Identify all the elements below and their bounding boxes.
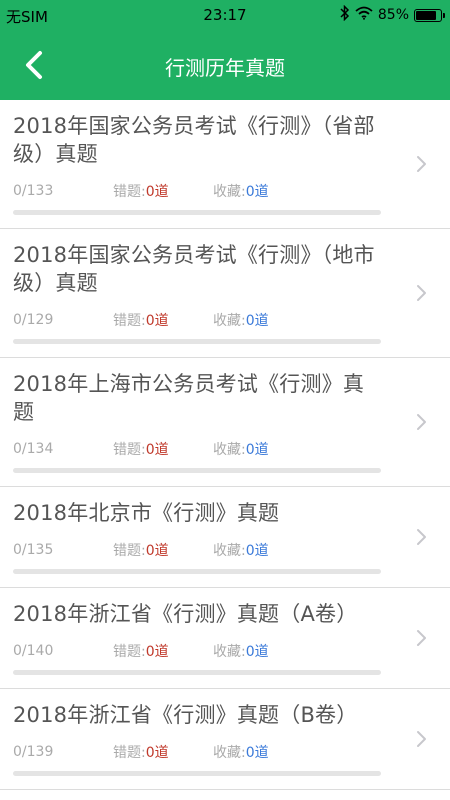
wrong-count: 0道 bbox=[145, 543, 169, 559]
exam-list-item[interactable]: 2018年国家公务员考试《行测》（省部级）真题 0/133 错题:0道 收藏:0… bbox=[0, 100, 450, 229]
wrong-count: 0道 bbox=[145, 644, 169, 660]
favorite-label: 收藏: bbox=[213, 644, 246, 660]
wrong-count-group: 错题:0道 bbox=[113, 439, 213, 459]
wrong-count: 0道 bbox=[145, 745, 169, 761]
exam-meta: 0/140 错题:0道 收藏:0道 bbox=[13, 642, 380, 660]
wrong-count-group: 错题:0道 bbox=[113, 742, 213, 762]
wrong-label: 错题: bbox=[113, 543, 146, 559]
favorite-count-group: 收藏:0道 bbox=[213, 742, 269, 762]
wrong-count-group: 错题:0道 bbox=[113, 310, 213, 330]
bluetooth-icon bbox=[340, 4, 350, 25]
favorite-count-group: 收藏:0道 bbox=[213, 540, 269, 560]
favorite-count-group: 收藏:0道 bbox=[213, 439, 269, 459]
progress-bar bbox=[13, 569, 381, 574]
progress-bar bbox=[13, 339, 381, 344]
wrong-count: 0道 bbox=[145, 442, 169, 458]
wrong-label: 错题: bbox=[113, 313, 146, 329]
progress-count: 0/134 bbox=[13, 441, 54, 457]
chevron-right-icon bbox=[417, 630, 426, 646]
wrong-label: 错题: bbox=[113, 442, 146, 458]
favorite-label: 收藏: bbox=[213, 543, 246, 559]
progress-bar bbox=[13, 771, 381, 776]
exam-title: 2018年浙江省《行测》真题（B卷） bbox=[13, 703, 358, 727]
progress-bar bbox=[13, 670, 381, 675]
battery-level-fill bbox=[416, 10, 437, 20]
wrong-count-group: 错题:0道 bbox=[113, 181, 213, 201]
favorite-count: 0道 bbox=[245, 543, 269, 559]
wrong-count-group: 错题:0道 bbox=[113, 641, 213, 661]
favorite-label: 收藏: bbox=[213, 745, 246, 761]
wrong-label: 错题: bbox=[113, 745, 146, 761]
exam-meta: 0/133 错题:0道 收藏:0道 bbox=[13, 182, 380, 200]
chevron-right-icon bbox=[417, 529, 426, 545]
progress-count: 0/139 bbox=[13, 744, 54, 760]
favorite-count: 0道 bbox=[245, 745, 269, 761]
wrong-label: 错题: bbox=[113, 644, 146, 660]
favorite-count: 0道 bbox=[245, 313, 269, 329]
chevron-right-icon bbox=[417, 731, 426, 747]
wrong-label: 错题: bbox=[113, 184, 146, 200]
exam-list-item[interactable]: 2018年浙江省《行测》真题（A卷） 0/140 错题:0道 收藏:0道 bbox=[0, 588, 450, 689]
exam-title: 2018年北京市《行测》真题 bbox=[13, 501, 280, 525]
exam-list-item[interactable]: 2018年浙江省《行测》真题（B卷） 0/139 错题:0道 收藏:0道 bbox=[0, 689, 450, 790]
exam-meta: 0/129 错题:0道 收藏:0道 bbox=[13, 311, 380, 329]
exam-meta: 0/134 错题:0道 收藏:0道 bbox=[13, 440, 380, 458]
status-bar: 无SIM 23:17 85% bbox=[0, 0, 450, 30]
favorite-count-group: 收藏:0道 bbox=[213, 181, 269, 201]
battery-icon bbox=[414, 8, 445, 22]
exam-title: 2018年国家公务员考试《行测》（地市级）真题 bbox=[13, 243, 375, 295]
favorite-label: 收藏: bbox=[213, 313, 246, 329]
exam-list-item[interactable]: 2018年北京市《行测》真题 0/135 错题:0道 收藏:0道 bbox=[0, 487, 450, 588]
wrong-count-group: 错题:0道 bbox=[113, 540, 213, 560]
progress-bar bbox=[13, 468, 381, 473]
chevron-right-icon bbox=[417, 285, 426, 301]
exam-title: 2018年上海市公务员考试《行测》真题 bbox=[13, 372, 365, 424]
exam-title: 2018年浙江省《行测》真题（A卷） bbox=[13, 602, 358, 626]
exam-meta: 0/139 错题:0道 收藏:0道 bbox=[13, 743, 380, 761]
exam-title: 2018年国家公务员考试《行测》（省部级）真题 bbox=[13, 114, 375, 166]
wifi-icon bbox=[355, 6, 373, 24]
favorite-label: 收藏: bbox=[213, 184, 246, 200]
progress-count: 0/129 bbox=[13, 312, 54, 328]
favorite-count-group: 收藏:0道 bbox=[213, 641, 269, 661]
wrong-count: 0道 bbox=[145, 184, 169, 200]
progress-count: 0/135 bbox=[13, 542, 54, 558]
favorite-label: 收藏: bbox=[213, 442, 246, 458]
favorite-count: 0道 bbox=[245, 644, 269, 660]
exam-list-item[interactable]: 2018年国家公务员考试《行测》（地市级）真题 0/129 错题:0道 收藏:0… bbox=[0, 229, 450, 358]
exam-list-item[interactable]: 2018年上海市公务员考试《行测》真题 0/134 错题:0道 收藏:0道 bbox=[0, 358, 450, 487]
favorite-count: 0道 bbox=[245, 442, 269, 458]
status-right-group: 85% bbox=[340, 4, 445, 25]
progress-count: 0/140 bbox=[13, 643, 54, 659]
favorite-count: 0道 bbox=[245, 184, 269, 200]
nav-bar: 行测历年真题 bbox=[0, 30, 450, 100]
chevron-right-icon bbox=[417, 156, 426, 172]
exam-meta: 0/135 错题:0道 收藏:0道 bbox=[13, 541, 380, 559]
wrong-count: 0道 bbox=[145, 313, 169, 329]
exam-list: 2018年国家公务员考试《行测》（省部级）真题 0/133 错题:0道 收藏:0… bbox=[0, 100, 450, 790]
chevron-right-icon bbox=[417, 414, 426, 430]
progress-count: 0/133 bbox=[13, 183, 54, 199]
page-title: 行测历年真题 bbox=[165, 56, 285, 80]
favorite-count-group: 收藏:0道 bbox=[213, 310, 269, 330]
progress-bar bbox=[13, 210, 381, 215]
battery-percent: 85% bbox=[377, 7, 409, 23]
